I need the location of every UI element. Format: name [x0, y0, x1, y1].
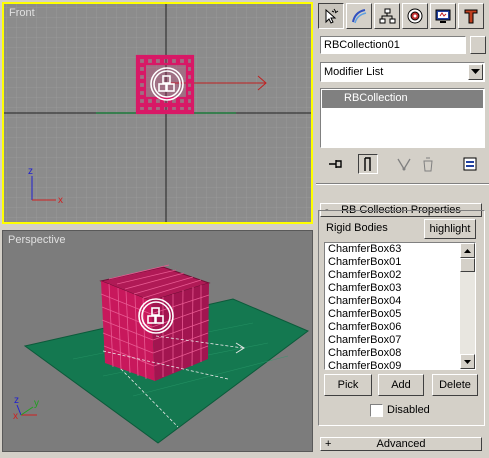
tab-utilities[interactable] [458, 3, 484, 29]
list-item[interactable]: ChamferBox06 [325, 321, 475, 334]
dropdown-arrow-button[interactable] [468, 64, 483, 80]
highlight-button[interactable]: highlight [424, 219, 476, 239]
arrow-up-icon [464, 248, 471, 253]
disabled-checkbox[interactable] [370, 404, 383, 417]
svg-text:y: y [34, 398, 39, 409]
configure-sets-icon [463, 157, 477, 171]
list-item[interactable]: ChamferBox07 [325, 334, 475, 347]
pick-button[interactable]: Pick [324, 374, 372, 396]
list-item[interactable]: ChamferBox08 [325, 347, 475, 360]
svg-text:z: z [14, 395, 19, 406]
disabled-label: Disabled [387, 404, 430, 416]
rollout-title: Advanced [376, 438, 426, 450]
front-grid: z x [4, 4, 311, 222]
svg-text:x: x [58, 195, 63, 206]
svg-text:z: z [28, 166, 33, 177]
rigid-bodies-list[interactable]: ChamferBox63 ChamferBox01 ChamferBox02 C… [324, 242, 476, 370]
object-color-swatch[interactable] [470, 36, 486, 54]
list-item[interactable]: ChamferBox63 [325, 243, 475, 256]
show-end-result-button[interactable] [358, 154, 378, 174]
command-panel-tabs [316, 0, 489, 34]
rollout-header-advanced[interactable]: + Advanced [320, 437, 482, 451]
list-item[interactable]: ChamferBox01 [325, 256, 475, 269]
list-item[interactable]: ChamferBox03 [325, 282, 475, 295]
modifier-stack[interactable]: RBCollection [320, 88, 485, 148]
command-panel: RBCollection01 Modifier List RBCollectio… [316, 0, 489, 458]
tab-modify[interactable] [346, 3, 372, 29]
list-item[interactable]: ChamferBox09 [325, 360, 475, 369]
utilities-icon [464, 9, 478, 24]
tab-motion[interactable] [402, 3, 428, 29]
display-icon [435, 9, 451, 23]
viewport-label-perspective[interactable]: Perspective [8, 234, 65, 246]
object-name-field[interactable]: RBCollection01 [320, 36, 466, 54]
modifier-list-dropdown[interactable]: Modifier List [320, 62, 485, 82]
modifier-stack-item[interactable]: RBCollection [322, 90, 483, 108]
delete-button[interactable]: Delete [432, 374, 478, 396]
tab-create[interactable] [318, 3, 344, 29]
list-item[interactable]: ChamferBox02 [325, 269, 475, 282]
modify-icon [352, 9, 367, 24]
arrow-down-icon [464, 359, 471, 364]
pin-stack-button[interactable] [326, 154, 346, 174]
perspective-scene: z x y [3, 231, 312, 451]
hierarchy-icon [379, 8, 396, 24]
viewport-label-front[interactable]: Front [9, 7, 35, 19]
rigid-bodies-label: Rigid Bodies [326, 222, 388, 234]
modifier-stack-toolbar [320, 152, 485, 176]
front-viewport[interactable]: z x Front [2, 2, 313, 224]
chevron-down-icon [471, 69, 480, 74]
motion-icon [407, 8, 423, 24]
perspective-viewport[interactable]: z x y Perspective [2, 230, 313, 452]
create-icon [325, 8, 339, 24]
show-end-result-icon [364, 157, 371, 171]
scroll-up-button[interactable] [460, 243, 475, 258]
scrollbar-thumb[interactable] [460, 258, 475, 272]
modifier-list-value: Modifier List [324, 66, 384, 78]
tab-hierarchy[interactable] [374, 3, 400, 29]
make-unique-button[interactable] [394, 154, 414, 174]
make-unique-icon [397, 158, 411, 171]
configure-modifier-sets-button[interactable] [460, 154, 480, 174]
svg-text:x: x [13, 411, 18, 422]
tab-display[interactable] [430, 3, 456, 29]
add-button[interactable]: Add [378, 374, 424, 396]
panel-separator [316, 183, 489, 185]
list-item[interactable]: ChamferBox04 [325, 295, 475, 308]
pin-icon [329, 160, 342, 168]
remove-modifier-button[interactable] [418, 154, 438, 174]
list-scrollbar[interactable] [460, 243, 475, 369]
trash-icon [423, 157, 433, 172]
list-item[interactable]: ChamferBox05 [325, 308, 475, 321]
scroll-down-button[interactable] [460, 354, 475, 369]
